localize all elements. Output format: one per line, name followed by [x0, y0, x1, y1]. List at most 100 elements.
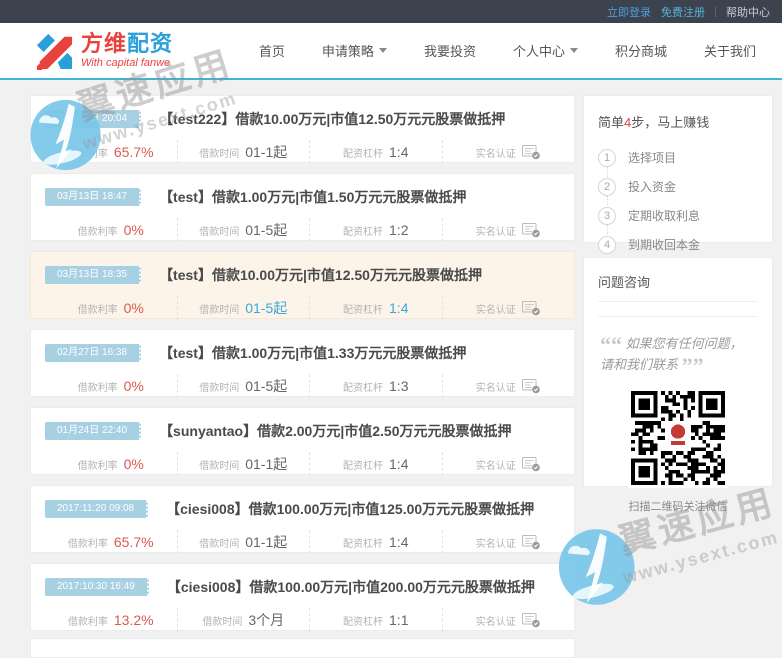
date-badge: 04月10日 20:04 — [45, 110, 142, 128]
step-label: 选择项目 — [628, 151, 677, 165]
nav-item-label: 积分商城 — [614, 44, 667, 59]
nav-item[interactable]: 关于我们 — [704, 41, 756, 60]
logo[interactable]: 方维配资 With capital fanwe — [35, 32, 173, 70]
listing-card[interactable]: 04月10日 20:04 【test222】借款10.00万元|市值12.50万… — [30, 95, 575, 164]
quote-line2: 请和我们联系 — [600, 357, 679, 373]
id-verified-icon — [521, 378, 540, 393]
listing-stats-row: 借款利率 13.2% 借款时间 3个月 配资杠杆 1:1 实名认证 — [45, 608, 574, 632]
time-column: 借款时间 01-5起 — [176, 218, 310, 242]
cert-column: 实名认证 — [441, 296, 575, 320]
cert-label: 实名认证 — [475, 616, 516, 628]
time-label: 借款时间 — [199, 148, 240, 160]
time-column: 借款时间 01-1起 — [176, 452, 310, 476]
nav-item-label: 个人中心 — [512, 44, 565, 59]
rate-value: 0% — [123, 222, 144, 238]
cert-label: 实名认证 — [475, 304, 516, 316]
listing-title: 【sunyantao】借款2.00万元|市值2.50万元元股票做抵押 — [159, 423, 512, 439]
login-link[interactable]: 立即登录 — [607, 4, 651, 20]
divider — [598, 301, 758, 302]
nav-item[interactable]: 个人中心 — [513, 41, 578, 60]
rate-column: 借款利率 13.2% — [45, 608, 177, 632]
leverage-column: 配资杠杆 1:2 — [309, 218, 442, 242]
rate-label: 借款利率 — [77, 304, 118, 316]
listing-card[interactable]: 01月24日 22:40 【sunyantao】借款2.00万元|市值2.50万… — [30, 407, 575, 476]
date-badge: 2017:10:30 16:49 — [45, 578, 149, 596]
time-column: 借款时间 3个月 — [176, 608, 310, 632]
nav-item[interactable]: 积分商城 — [615, 41, 667, 60]
listing-card[interactable]: 03月13日 18:35 【test】借款10.00万元|市值12.50万元元股… — [30, 251, 575, 320]
topbar: 立即登录 免费注册 帮助中心 — [0, 0, 782, 23]
listing-card[interactable]: 02月27日 16:38 【test】借款1.00万元|市值1.33万元元股票做… — [30, 329, 575, 398]
logo-subtitle: With capital fanwe — [81, 57, 171, 69]
listing-stats-row: 借款利率 0% 借款时间 01-5起 配资杠杆 1:2 实名认证 — [45, 218, 574, 242]
listing-card-partial[interactable] — [30, 638, 575, 658]
cert-label: 实名认证 — [475, 226, 516, 238]
leverage-column: 配资杠杆 1:4 — [309, 530, 442, 554]
leverage-label: 配资杠杆 — [343, 304, 384, 316]
leverage-column: 配资杠杆 1:4 — [309, 452, 442, 476]
listing-card[interactable]: 2017:11:20 09:08 【ciesi008】借款100.00万元|市值… — [30, 485, 575, 554]
cert-column: 实名认证 — [441, 608, 575, 632]
step-number: 4 — [598, 235, 616, 254]
rate-column: 借款利率 0% — [45, 296, 177, 320]
rate-column: 借款利率 0% — [45, 452, 177, 476]
rate-value: 0% — [123, 300, 144, 316]
steps-list: 1 选择项目 2 投入资金 3 定期收取利息 4 到期收回本金 — [598, 143, 758, 259]
help-center-link[interactable]: 帮助中心 — [726, 4, 770, 20]
listing-stats-row: 借款利率 0% 借款时间 01-5起 配资杠杆 1:3 实名认证 — [45, 374, 574, 398]
nav-item-label: 我要投资 — [423, 44, 476, 59]
quote-line1: 如果您有任何问题， — [625, 336, 743, 351]
listing-title: 【test】借款1.00万元|市值1.50万元元股票做抵押 — [159, 189, 467, 205]
leverage-value: 1:1 — [389, 612, 409, 628]
nav-item[interactable]: 申请策略 — [322, 41, 387, 60]
nav-item[interactable]: 我要投资 — [424, 41, 476, 60]
leverage-column: 配资杠杆 1:4 — [309, 140, 442, 164]
time-value: 01-5起 — [245, 222, 288, 238]
step-item: 2 投入资金 — [598, 172, 758, 206]
rate-label: 借款利率 — [67, 148, 108, 160]
rate-column: 借款利率 0% — [45, 374, 177, 398]
rate-value: 0% — [123, 456, 144, 472]
time-value: 01-5起 — [245, 378, 288, 394]
watermark-url: www.ysext.com — [620, 526, 781, 588]
listing-card[interactable]: 2017:10:30 16:49 【ciesi008】借款100.00万元|市值… — [30, 563, 575, 632]
listing-title: 【ciesi008】借款100.00万元|市值125.00万元元股票做抵押 — [166, 501, 535, 517]
rate-column: 借款利率 65.7% — [45, 530, 177, 554]
rate-label: 借款利率 — [67, 538, 108, 550]
id-verified-icon — [521, 534, 540, 549]
time-label: 借款时间 — [199, 382, 240, 394]
topbar-divider — [715, 6, 716, 17]
qr-caption: 扫描二维码关注微信 — [628, 500, 728, 513]
listing-stats-row: 借款利率 0% 借款时间 01-1起 配资杠杆 1:4 实名认证 — [45, 452, 574, 476]
register-link[interactable]: 免费注册 — [661, 4, 705, 20]
cert-label: 实名认证 — [475, 538, 516, 550]
rate-label: 借款利率 — [77, 226, 118, 238]
listing-card[interactable]: 03月13日 18:47 【test】借款1.00万元|市值1.50万元元股票做… — [30, 173, 575, 242]
cert-column: 实名认证 — [441, 374, 575, 398]
listing-title: 【ciesi008】借款100.00万元|市值200.00万元元股票做抵押 — [166, 579, 535, 595]
logo-icon — [36, 33, 73, 70]
time-value: 01-5起 — [245, 300, 288, 316]
cert-label: 实名认证 — [475, 148, 516, 160]
rate-label: 借款利率 — [77, 460, 118, 472]
cert-column: 实名认证 — [441, 452, 575, 476]
id-verified-icon — [521, 456, 540, 471]
rate-label: 借款利率 — [77, 382, 118, 394]
time-label: 借款时间 — [199, 226, 240, 238]
step-label: 定期收取利息 — [628, 209, 701, 223]
leverage-value: 1:4 — [389, 534, 409, 550]
cert-label: 实名认证 — [475, 382, 516, 394]
listing-title: 【test】借款1.00万元|市值1.33万元元股票做抵押 — [159, 345, 467, 361]
date-badge: 03月13日 18:47 — [45, 188, 142, 206]
step-label: 到期收回本金 — [628, 238, 701, 252]
qr-code — [628, 387, 728, 488]
cert-column: 实名认证 — [441, 140, 575, 164]
steps-title-suffix: 步，马上赚钱 — [631, 115, 710, 130]
date-badge: 02月27日 16:38 — [45, 344, 142, 362]
rate-column: 借款利率 65.7% — [45, 140, 177, 164]
steps-panel-title: 简单4步，马上赚钱 — [598, 112, 758, 131]
leverage-value: 1:3 — [389, 378, 409, 394]
step-number: 2 — [598, 177, 616, 196]
nav-item[interactable]: 首页 — [259, 41, 285, 60]
steps-panel: 简单4步，马上赚钱 1 选择项目 2 投入资金 3 定期收取利息 4 到期收回本… — [583, 95, 773, 254]
